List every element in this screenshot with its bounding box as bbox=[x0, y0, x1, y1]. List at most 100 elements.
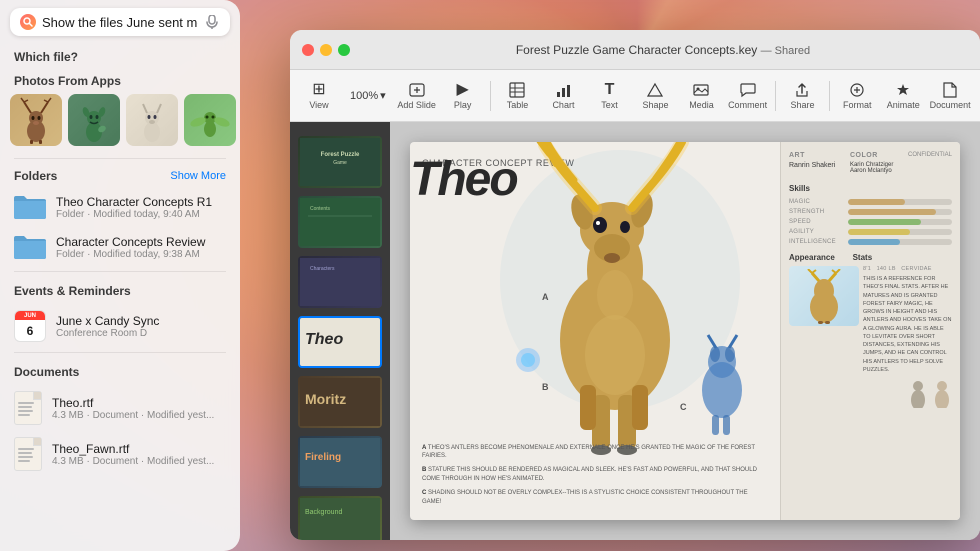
photo-thumb-1[interactable] bbox=[10, 94, 62, 146]
close-button[interactable] bbox=[302, 44, 314, 56]
slide-thumb-1[interactable]: Forest PuzzleGame bbox=[298, 136, 382, 188]
slide-label-3: Characters bbox=[298, 256, 382, 308]
play-icon: ▶ bbox=[457, 82, 469, 98]
appearance-description: THIS IS A REFERENCE FOR THEO'S FINAL STA… bbox=[863, 275, 952, 374]
slide-thumb-3[interactable]: Characters bbox=[298, 256, 382, 308]
doc-item-2[interactable]: Theo_Fawn.rtf 4.3 MB · Document · Modifi… bbox=[0, 431, 240, 477]
divider-3 bbox=[14, 352, 226, 353]
title-bar: Forest Puzzle Game Character Concepts.ke… bbox=[290, 30, 980, 70]
divider-1 bbox=[14, 158, 226, 159]
tool-document[interactable]: Document bbox=[928, 78, 972, 114]
animate-label: Animate bbox=[887, 100, 920, 110]
minimize-button[interactable] bbox=[320, 44, 332, 56]
skill-bar-bg-agility bbox=[848, 229, 952, 235]
window-title: Forest Puzzle Game Character Concepts.ke… bbox=[358, 43, 968, 57]
skill-label-magic: MAGIC bbox=[789, 199, 844, 205]
folder-icon-2 bbox=[14, 233, 46, 261]
photo-thumb-4[interactable] bbox=[184, 94, 236, 146]
tool-media[interactable]: Media bbox=[680, 78, 722, 114]
skill-label-speed: SPEED bbox=[789, 219, 844, 225]
doc-info-2: Theo_Fawn.rtf 4.3 MB · Document · Modifi… bbox=[52, 442, 226, 467]
search-query[interactable]: Show the files June sent me last week bbox=[42, 15, 198, 30]
search-bar[interactable]: Show the files June sent me last week bbox=[10, 8, 230, 36]
events-title: Events & Reminders bbox=[0, 276, 240, 304]
photo-thumb-2[interactable] bbox=[68, 94, 120, 146]
main-canvas[interactable]: Character Concept Review Theo bbox=[390, 122, 980, 540]
tool-view[interactable]: ⊞ View bbox=[298, 78, 340, 114]
folder-item-1[interactable]: Theo Character Concepts R1 Folder · Modi… bbox=[0, 187, 240, 227]
slide-panel[interactable]: 1 Forest PuzzleGame 2 Contents 3 bbox=[290, 122, 390, 540]
folder-icon-1 bbox=[14, 193, 46, 221]
mic-icon[interactable] bbox=[204, 14, 220, 30]
photo-thumb-3[interactable] bbox=[126, 94, 178, 146]
appearance-thumbnail bbox=[789, 266, 859, 326]
slide-thumb-4[interactable]: Theo bbox=[298, 316, 382, 368]
folders-title: Folders bbox=[14, 169, 57, 183]
doc-item-1[interactable]: Theo.rtf 4.3 MB · Document · Modified ye… bbox=[0, 385, 240, 431]
show-more-button[interactable]: Show More bbox=[170, 170, 226, 182]
skill-bar-agility bbox=[848, 229, 910, 235]
play-label: Play bbox=[454, 100, 472, 110]
slide-label-4: Theo bbox=[300, 318, 380, 366]
add-slide-icon bbox=[409, 82, 425, 98]
event-name-1: June x Candy Sync bbox=[56, 314, 226, 328]
slide-thumb-6[interactable]: Fireling bbox=[298, 436, 382, 488]
doc-subtitle-1: 4.3 MB · Document · Modified yest... bbox=[52, 410, 226, 421]
slide-thumb-7[interactable]: Background bbox=[298, 496, 382, 540]
doc-icon-1 bbox=[14, 391, 42, 425]
table-label: Table bbox=[507, 100, 529, 110]
tool-share[interactable]: Share bbox=[781, 78, 823, 114]
calendar-icon: JUN 6 bbox=[14, 310, 46, 342]
text-icon: T bbox=[605, 82, 615, 98]
skill-bar-bg-speed bbox=[848, 219, 952, 225]
folder-item-2[interactable]: Character Concepts Review Folder · Modif… bbox=[0, 227, 240, 267]
photos-grid bbox=[0, 94, 240, 154]
spotlight-panel: Show the files June sent me last week Wh… bbox=[0, 0, 240, 551]
tool-chart[interactable]: Chart bbox=[542, 78, 584, 114]
format-label: Format bbox=[843, 100, 872, 110]
slide-thumb-5[interactable]: Moritz bbox=[298, 376, 382, 428]
svg-text:Theo: Theo bbox=[305, 331, 343, 348]
svg-text:Game: Game bbox=[333, 160, 347, 166]
folder-name-1: Theo Character Concepts R1 bbox=[56, 195, 226, 209]
comment-label: Comment bbox=[728, 100, 767, 110]
window-content: 1 Forest PuzzleGame 2 Contents 3 bbox=[290, 122, 980, 540]
skill-label-strength: STRENGTH bbox=[789, 209, 844, 215]
art-artist: Ranrin Shakeri bbox=[789, 162, 835, 169]
text-label: Text bbox=[601, 100, 618, 110]
folder-subtitle-2: Folder · Modified today, 9:38 AM bbox=[56, 249, 226, 260]
view-label: View bbox=[309, 100, 328, 110]
slide-content: Character Concept Review Theo bbox=[410, 142, 960, 520]
color-label: COLOR bbox=[850, 152, 893, 159]
species-stat: CERVIDAE bbox=[901, 266, 931, 272]
appearance-stats-title: Appearance Stats bbox=[789, 253, 952, 262]
tool-text[interactable]: T Text bbox=[588, 78, 630, 114]
skill-bar-bg-strength bbox=[848, 209, 952, 215]
svg-text:Background: Background bbox=[305, 509, 342, 516]
tool-play[interactable]: ▶ Play bbox=[442, 78, 484, 114]
slide-thumb-2[interactable]: Contents bbox=[298, 196, 382, 248]
separator-2 bbox=[775, 81, 776, 111]
shape-label: Shape bbox=[642, 100, 668, 110]
document-label: Document bbox=[930, 100, 971, 110]
slide-label-2: Contents bbox=[298, 196, 382, 248]
slide-label-6: Fireling bbox=[298, 436, 382, 488]
photos-section-title: Photos From Apps bbox=[0, 70, 240, 94]
tool-table[interactable]: Table bbox=[496, 78, 538, 114]
event-item-1[interactable]: JUN 6 June x Candy Sync Conference Room … bbox=[0, 304, 240, 348]
tool-add-slide[interactable]: Add Slide bbox=[396, 78, 438, 114]
tool-format[interactable]: Format bbox=[836, 78, 878, 114]
results-scroll[interactable]: Which file? Photos From Apps bbox=[0, 42, 240, 551]
tool-shape[interactable]: Shape bbox=[634, 78, 676, 114]
maximize-button[interactable] bbox=[338, 44, 350, 56]
tool-animate[interactable]: Animate bbox=[882, 78, 924, 114]
tool-zoom[interactable]: 100% ▾ bbox=[344, 85, 392, 106]
color-artists: Karin Chratziger Aaron Mclantyo bbox=[850, 162, 893, 174]
slide-right-panel: ART Ranrin Shakeri COLOR Karin Chratzige… bbox=[780, 142, 960, 520]
doc-name-1: Theo.rtf bbox=[52, 396, 226, 410]
comment-icon bbox=[740, 82, 756, 98]
tool-comment[interactable]: Comment bbox=[726, 78, 768, 114]
folder-info-1: Theo Character Concepts R1 Folder · Modi… bbox=[56, 195, 226, 220]
skill-bar-speed bbox=[848, 219, 921, 225]
slide-left: Character Concept Review Theo bbox=[410, 142, 780, 520]
